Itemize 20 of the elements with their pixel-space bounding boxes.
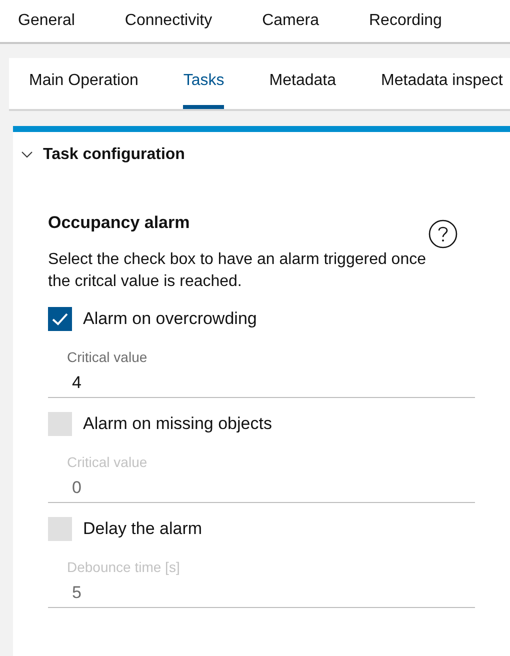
nav-tab[interactable]: General bbox=[18, 12, 75, 30]
help-icon[interactable] bbox=[428, 219, 458, 249]
nav-tab[interactable]: Connectivity bbox=[124, 12, 212, 30]
tab[interactable]: Main Operation bbox=[29, 58, 138, 109]
checkbox-label: Alarm on overcrowding bbox=[83, 309, 257, 329]
chevron-icon[interactable] bbox=[21, 150, 33, 158]
checkbox-label: Alarm on missing objects bbox=[83, 414, 272, 434]
checkbox[interactable] bbox=[48, 517, 72, 541]
checkbox[interactable] bbox=[48, 412, 72, 436]
description: Select the check box to have an alarm triggered once the critcal value is reached. bbox=[48, 250, 427, 292]
input-field[interactable]: Critical value 4 bbox=[48, 337, 475, 398]
tab[interactable]: Metadata inspect bbox=[381, 58, 503, 109]
group-title: Occupancy alarm bbox=[48, 213, 190, 233]
nav-tab[interactable]: Recording bbox=[368, 12, 442, 30]
nav-tab[interactable]: Camera bbox=[262, 12, 319, 30]
tab[interactable]: Metadata bbox=[269, 58, 336, 109]
tab[interactable]: Tasks bbox=[183, 58, 224, 109]
checkbox[interactable] bbox=[48, 307, 72, 331]
checkbox-label: Delay the alarm bbox=[83, 519, 202, 539]
section-title: Task configuration bbox=[43, 146, 185, 164]
